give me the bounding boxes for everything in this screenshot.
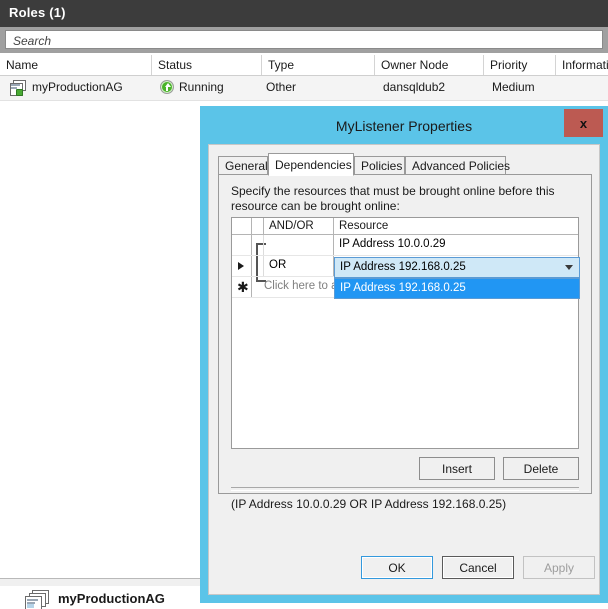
- dialog-body: General Dependencies Policies Advanced P…: [208, 144, 600, 595]
- green-up-arrow-icon: [160, 80, 174, 94]
- divider: [231, 487, 579, 491]
- dialog-title-bar[interactable]: MyListener Properties x: [208, 109, 603, 144]
- tab-dependencies[interactable]: Dependencies: [268, 153, 354, 176]
- column-header-owner-node[interactable]: Owner Node: [375, 55, 484, 75]
- dependency-grid-header: AND/OR Resource: [232, 218, 578, 235]
- apply-button[interactable]: Apply: [523, 556, 595, 579]
- cell-and-or[interactable]: OR: [264, 256, 334, 276]
- instruction-text: Specify the resources that must be broug…: [231, 184, 555, 213]
- bracket-column: [252, 235, 264, 255]
- cell-name: myProductionAG: [32, 80, 123, 94]
- search-strip: Search: [0, 27, 608, 53]
- cell-type: Other: [266, 80, 297, 94]
- tab-policies[interactable]: Policies: [354, 156, 405, 175]
- dependency-row-1[interactable]: IP Address 10.0.0.29: [232, 235, 578, 256]
- role-resource-icon: [10, 80, 26, 96]
- row-selector[interactable]: [232, 235, 252, 255]
- details-pane-title: myProductionAG: [58, 591, 165, 606]
- resource-dropdown-value: IP Address 192.168.0.25: [340, 261, 466, 273]
- dependencies-tab-panel: Specify the resources that must be broug…: [218, 174, 592, 511]
- tabstrip: General Dependencies Policies Advanced P…: [218, 153, 592, 176]
- delete-button[interactable]: Delete: [503, 457, 579, 480]
- screen-root: Roles (1) Search Name Status Type Owner …: [0, 0, 608, 609]
- column-header-bracket: [252, 218, 264, 235]
- roles-table-header: Name Status Type Owner Node Priority Inf…: [0, 55, 608, 76]
- column-header-status[interactable]: Status: [152, 55, 262, 75]
- resource-dropdown[interactable]: IP Address 192.168.0.25: [334, 257, 580, 278]
- table-row[interactable]: myProductionAG Running Other dansqldub2 …: [0, 76, 608, 101]
- cell-and-or[interactable]: [264, 235, 334, 255]
- dropdown-option-0[interactable]: IP Address 192.168.0.25: [335, 279, 579, 298]
- cancel-button[interactable]: Cancel: [442, 556, 514, 579]
- tab-advanced-policies[interactable]: Advanced Policies: [405, 156, 510, 175]
- row-selector[interactable]: [232, 256, 252, 276]
- column-header-priority[interactable]: Priority: [484, 55, 556, 75]
- dependency-grid[interactable]: AND/OR Resource IP Address 10.0.0.29 OR …: [231, 217, 580, 449]
- row-selector[interactable]: ✱: [232, 277, 252, 297]
- role-resource-icon: [25, 590, 49, 609]
- cell-status: Running: [179, 80, 224, 94]
- roles-pane-header: Roles (1): [0, 0, 608, 27]
- close-icon[interactable]: x: [564, 109, 603, 137]
- chevron-down-icon[interactable]: [565, 265, 573, 270]
- mylistener-properties-dialog: MyListener Properties x General Dependen…: [200, 106, 608, 603]
- current-row-arrow-icon: [238, 262, 244, 270]
- dialog-title: MyListener Properties: [335, 118, 473, 134]
- bracket-column: [252, 256, 264, 276]
- cell-resource[interactable]: IP Address 10.0.0.29: [334, 235, 578, 258]
- cell-owner-node: dansqldub2: [383, 80, 446, 94]
- page-title: Roles (1): [9, 5, 66, 20]
- resource-dropdown-list[interactable]: IP Address 192.168.0.25: [334, 278, 580, 299]
- search-placeholder: Search: [13, 34, 52, 48]
- ok-button[interactable]: OK: [361, 556, 433, 579]
- column-header-and-or[interactable]: AND/OR: [264, 218, 334, 235]
- dependency-expression: (IP Address 10.0.0.29 OR IP Address 192.…: [231, 497, 507, 511]
- column-header-resource[interactable]: Resource: [334, 218, 578, 235]
- insert-button[interactable]: Insert: [419, 457, 495, 480]
- tab-general[interactable]: General: [218, 156, 268, 175]
- column-header-type[interactable]: Type: [262, 55, 375, 75]
- new-row-asterisk-icon: ✱: [237, 279, 249, 295]
- column-header-selector: [232, 218, 252, 235]
- column-header-information[interactable]: Informatic: [556, 55, 608, 75]
- search-input[interactable]: Search: [5, 30, 603, 49]
- column-header-name[interactable]: Name: [0, 55, 152, 75]
- cell-priority: Medium: [492, 80, 535, 94]
